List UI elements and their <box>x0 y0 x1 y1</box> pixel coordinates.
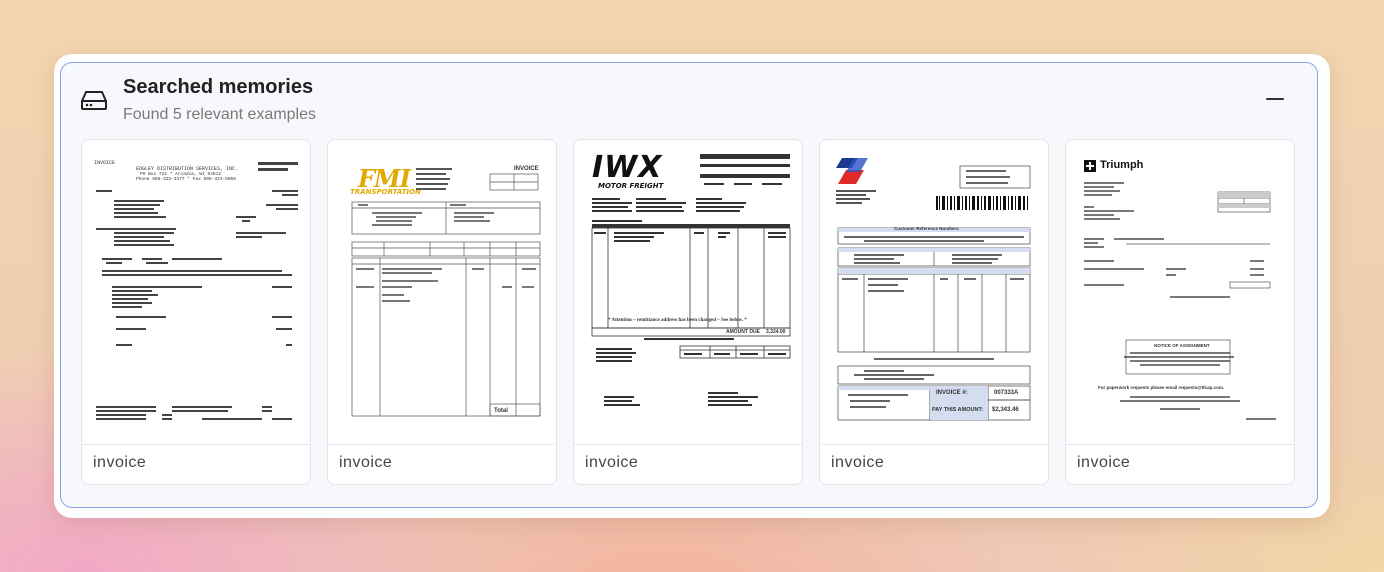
card-footer: invoice <box>1066 444 1294 484</box>
amount-due-value: 3,324.00 <box>766 329 786 335</box>
memory-card[interactable]: Customer Reference Numbers INVOICE #: 00… <box>819 139 1049 485</box>
hard-drive-icon <box>81 89 107 111</box>
remittance-notice: * Attention – remittance address has bee… <box>608 318 747 323</box>
doc-body-lines <box>1084 182 1276 420</box>
card-footer: invoice <box>328 444 556 484</box>
panel-title: Searched memories <box>123 76 314 98</box>
memory-card[interactable]: FMI TRANSPORTATION INVOICE Total invoice <box>327 139 557 485</box>
invoice-thumbnail: FMI TRANSPORTATION INVOICE Total <box>332 144 552 444</box>
panel-frame: Searched memories Found 5 relevant examp… <box>60 62 1318 508</box>
company-logo <box>836 158 868 184</box>
collapse-button[interactable] <box>1263 87 1287 111</box>
card-footer: invoice <box>574 444 802 484</box>
doc-body-lines <box>96 162 298 420</box>
reference-heading: Customer Reference Numbers <box>894 226 959 231</box>
card-label: invoice <box>339 454 393 471</box>
card-label: invoice <box>1077 454 1131 471</box>
invoice-number-label: INVOICE #: <box>936 390 968 396</box>
card-label: invoice <box>831 454 885 471</box>
notice-title: NOTICE OF ASSIGNMENT <box>1154 343 1210 348</box>
card-footer: invoice <box>820 444 1048 484</box>
doc-body-lines <box>351 168 541 417</box>
invoice-number-value: 007333A <box>994 390 1019 396</box>
memory-card[interactable]: IWX MOTOR FREIGHT * Attention – remittan… <box>573 139 803 485</box>
total-label: Total <box>494 408 508 414</box>
panel-subtitle: Found 5 relevant examples <box>123 106 316 123</box>
amount-due-label: AMOUNT DUE <box>726 329 760 335</box>
card-footer: invoice <box>82 444 310 484</box>
memory-card[interactable]: Triumph NOTICE OF ASSIGNMENT For paperwo… <box>1065 139 1295 485</box>
panel-header: Searched memories Found 5 relevant examp… <box>61 63 1317 135</box>
doc-body-lines <box>836 158 1031 421</box>
pay-amount-label: PAY THIS AMOUNT: <box>932 407 984 413</box>
paperwork-footer: For paperwork requests please email requ… <box>1098 385 1225 390</box>
memory-cards: INVOICE EDGLEY DISTRIBUTION SERVICES, IN… <box>81 139 1317 485</box>
invoice-thumbnail: Customer Reference Numbers INVOICE #: 00… <box>824 144 1044 444</box>
minus-icon <box>1266 98 1284 100</box>
pay-amount-value: $2,343.46 <box>992 407 1019 413</box>
doc-body-lines <box>591 154 791 406</box>
card-label: invoice <box>93 454 147 471</box>
memory-card[interactable]: INVOICE EDGLEY DISTRIBUTION SERVICES, IN… <box>81 139 311 485</box>
barcode <box>936 196 1028 210</box>
invoice-thumbnail: INVOICE EDGLEY DISTRIBUTION SERVICES, IN… <box>86 144 306 444</box>
card-label: invoice <box>585 454 639 471</box>
searched-memories-panel: Searched memories Found 5 relevant examp… <box>54 54 1330 518</box>
invoice-thumbnail: IWX MOTOR FREIGHT * Attention – remittan… <box>578 144 798 444</box>
invoice-thumbnail: Triumph NOTICE OF ASSIGNMENT For paperwo… <box>1070 144 1290 444</box>
